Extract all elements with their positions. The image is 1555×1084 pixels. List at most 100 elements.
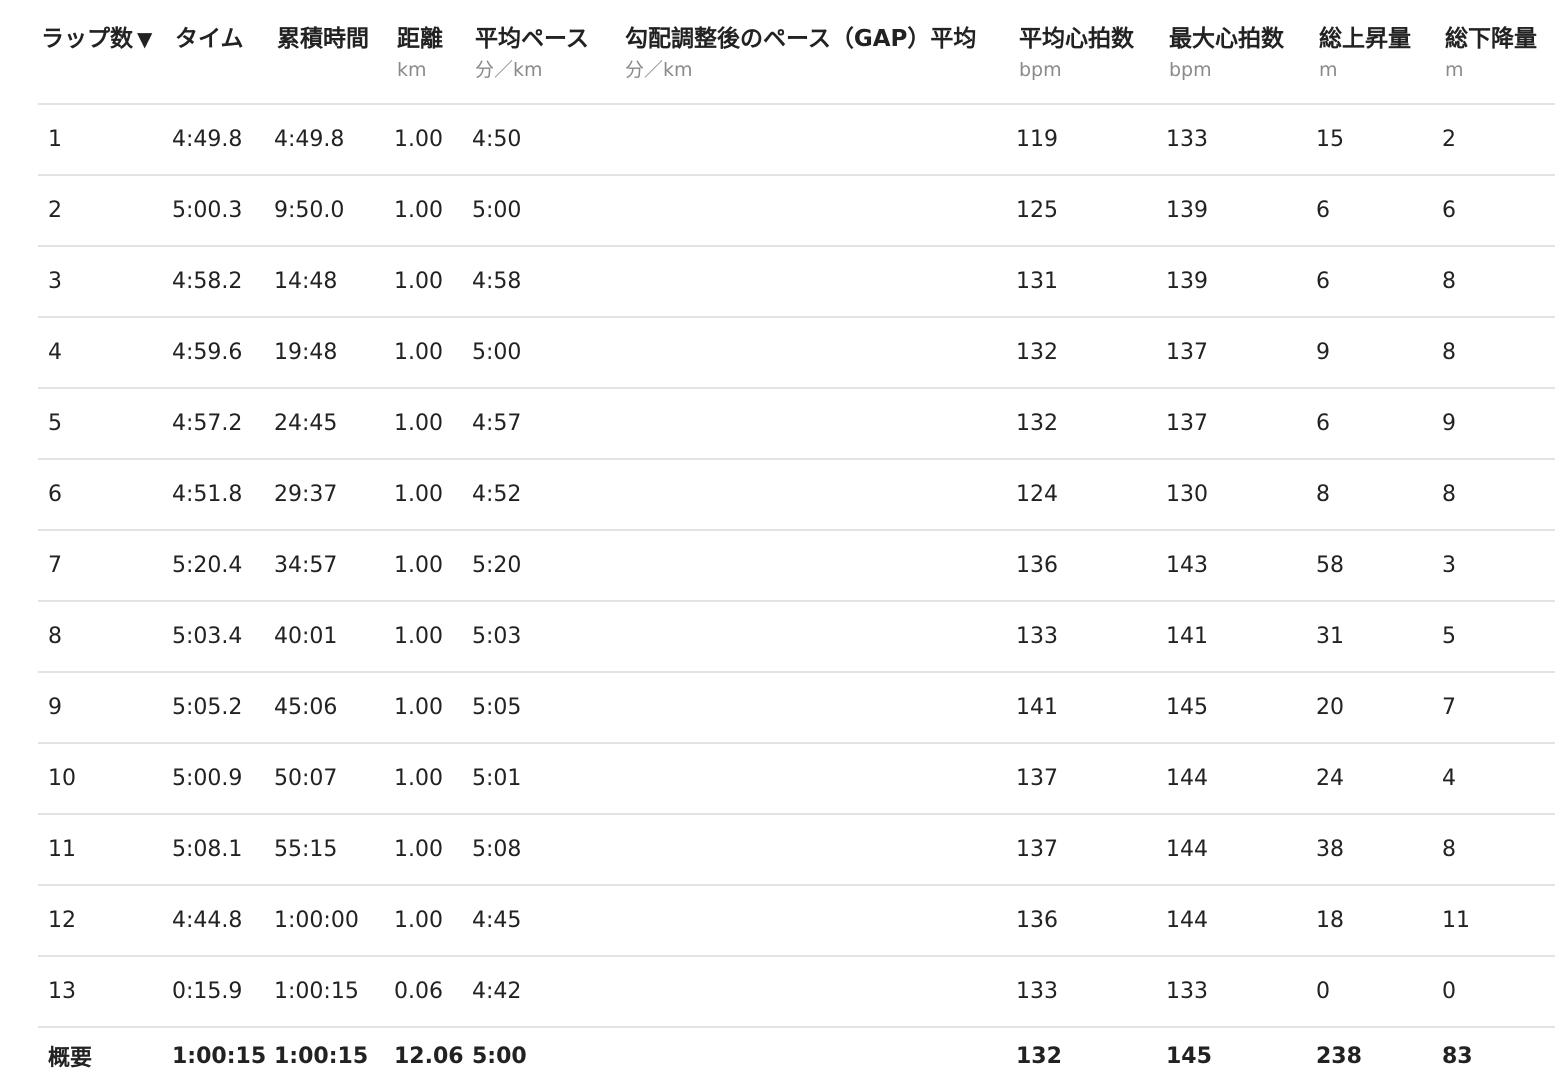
cell-avg-hr: 133: [1016, 601, 1166, 673]
cell-lap: 3: [38, 246, 172, 318]
table-row[interactable]: 6 4:51.8 29:37 1.00 4:52 124 130 8 8: [38, 459, 1555, 531]
table-row[interactable]: 11 5:08.1 55:15 1.00 5:08 137 144 38 8: [38, 814, 1555, 886]
cell-distance: 1.00: [394, 885, 472, 957]
col-header-distance[interactable]: 距離 km: [394, 0, 472, 105]
cell-descent: 2: [1442, 104, 1555, 176]
cell-gap: [622, 956, 1016, 1028]
cell-gap: [622, 175, 1016, 247]
cell-ascent: 9: [1316, 317, 1442, 389]
summary-avg-pace: 5:00: [472, 1043, 527, 1069]
table-row[interactable]: 4 4:59.6 19:48 1.00 5:00 132 137 9 8: [38, 317, 1555, 389]
table-footer: 概要 1:00:15 1:00:15 12.06 5:00 132 145 23…: [38, 1027, 1555, 1084]
cell-avg-hr: 132: [1016, 388, 1166, 460]
cell-cumulative: 55:15: [274, 814, 394, 886]
cell-gap: [622, 459, 1016, 531]
cell-max-hr: 139: [1166, 175, 1316, 247]
cell-ascent: 31: [1316, 601, 1442, 673]
cell-lap: 9: [38, 672, 172, 744]
cell-ascent: 38: [1316, 814, 1442, 886]
col-header-time[interactable]: タイム: [172, 0, 274, 105]
cell-gap: [622, 104, 1016, 176]
col-header-gap-label: 勾配調整後のペース（GAP）平均: [625, 26, 977, 52]
cell-gap: [622, 672, 1016, 744]
cell-time: 4:57.2: [172, 388, 274, 460]
cell-distance: 1.00: [394, 388, 472, 460]
col-header-cumulative[interactable]: 累積時間: [274, 0, 394, 105]
cell-descent: 11: [1442, 885, 1555, 957]
col-header-lap[interactable]: ラップ数 ▼: [38, 0, 172, 105]
cell-ascent: 0: [1316, 956, 1442, 1028]
cell-lap: 2: [38, 175, 172, 247]
cell-cumulative: 29:37: [274, 459, 394, 531]
cell-lap: 13: [38, 956, 172, 1028]
table-row[interactable]: 2 5:00.3 9:50.0 1.00 5:00 125 139 6 6: [38, 175, 1555, 247]
table-row[interactable]: 3 4:58.2 14:48 1.00 4:58 131 139 6 8: [38, 246, 1555, 318]
col-header-ascent-unit: m: [1319, 59, 1338, 81]
cell-avg-pace: 4:58: [472, 246, 622, 318]
table-row[interactable]: 5 4:57.2 24:45 1.00 4:57 132 137 6 9: [38, 388, 1555, 460]
cell-time: 4:49.8: [172, 104, 274, 176]
cell-avg-hr: 132: [1016, 317, 1166, 389]
cell-avg-pace: 5:08: [472, 814, 622, 886]
cell-max-hr: 145: [1166, 672, 1316, 744]
cell-max-hr: 139: [1166, 246, 1316, 318]
col-header-distance-unit: km: [397, 59, 427, 81]
cell-time: 5:03.4: [172, 601, 274, 673]
cell-avg-pace: 5:20: [472, 530, 622, 602]
col-header-gap-unit: 分／km: [625, 59, 693, 81]
cell-distance: 1.00: [394, 459, 472, 531]
cell-distance: 1.00: [394, 246, 472, 318]
cell-avg-hr: 141: [1016, 672, 1166, 744]
cell-avg-pace: 4:50: [472, 104, 622, 176]
summary-time: 1:00:15: [172, 1043, 267, 1069]
table-row[interactable]: 10 5:00.9 50:07 1.00 5:01 137 144 24 4: [38, 743, 1555, 815]
col-header-ascent[interactable]: 総上昇量 m: [1316, 0, 1442, 105]
cell-distance: 1.00: [394, 814, 472, 886]
cell-cumulative: 1:00:15: [274, 956, 394, 1028]
col-header-gap[interactable]: 勾配調整後のペース（GAP）平均 分／km: [622, 0, 1016, 105]
cell-time: 4:51.8: [172, 459, 274, 531]
cell-lap: 6: [38, 459, 172, 531]
table-row[interactable]: 12 4:44.8 1:00:00 1.00 4:45 136 144 18 11: [38, 885, 1555, 957]
cell-descent: 7: [1442, 672, 1555, 744]
summary-lap: 概要: [48, 1046, 93, 1071]
cell-max-hr: 137: [1166, 388, 1316, 460]
col-header-avg-hr-unit: bpm: [1019, 59, 1062, 81]
col-header-descent-label: 総下降量: [1445, 26, 1537, 52]
summary-cumulative: 1:00:15: [274, 1043, 369, 1069]
col-header-descent[interactable]: 総下降量 m: [1442, 0, 1555, 105]
cell-gap: [622, 530, 1016, 602]
cell-cumulative: 34:57: [274, 530, 394, 602]
table-row[interactable]: 8 5:03.4 40:01 1.00 5:03 133 141 31 5: [38, 601, 1555, 673]
cell-avg-pace: 4:45: [472, 885, 622, 957]
col-header-avg-pace[interactable]: 平均ペース 分／km: [472, 0, 622, 105]
col-header-max-hr[interactable]: 最大心拍数 bpm: [1166, 0, 1316, 105]
cell-cumulative: 19:48: [274, 317, 394, 389]
col-header-lap-label: ラップ数: [41, 26, 133, 52]
cell-descent: 8: [1442, 317, 1555, 389]
cell-avg-pace: 4:52: [472, 459, 622, 531]
cell-max-hr: 143: [1166, 530, 1316, 602]
table-row[interactable]: 9 5:05.2 45:06 1.00 5:05 141 145 20 7: [38, 672, 1555, 744]
table-row[interactable]: 13 0:15.9 1:00:15 0.06 4:42 133 133 0 0: [38, 956, 1555, 1028]
cell-cumulative: 45:06: [274, 672, 394, 744]
cell-gap: [622, 743, 1016, 815]
cell-distance: 0.06: [394, 956, 472, 1028]
cell-distance: 1.00: [394, 317, 472, 389]
cell-descent: 4: [1442, 743, 1555, 815]
table-row[interactable]: 7 5:20.4 34:57 1.00 5:20 136 143 58 3: [38, 530, 1555, 602]
cell-avg-pace: 5:05: [472, 672, 622, 744]
cell-ascent: 6: [1316, 388, 1442, 460]
cell-gap: [622, 601, 1016, 673]
cell-cumulative: 40:01: [274, 601, 394, 673]
col-header-avg-hr[interactable]: 平均心拍数 bpm: [1016, 0, 1166, 105]
cell-cumulative: 14:48: [274, 246, 394, 318]
cell-avg-hr: 125: [1016, 175, 1166, 247]
cell-time: 5:08.1: [172, 814, 274, 886]
table-body: 1 4:49.8 4:49.8 1.00 4:50 119 133 15 2 2 5:00.3 9:5…: [38, 104, 1555, 1028]
table-row[interactable]: 1 4:49.8 4:49.8 1.00 4:50 119 133 15 2: [38, 104, 1555, 176]
cell-time: 5:00.9: [172, 743, 274, 815]
cell-descent: 9: [1442, 388, 1555, 460]
cell-gap: [622, 814, 1016, 886]
summary-row: 概要 1:00:15 1:00:15 12.06 5:00 132 145 23…: [38, 1027, 1555, 1084]
